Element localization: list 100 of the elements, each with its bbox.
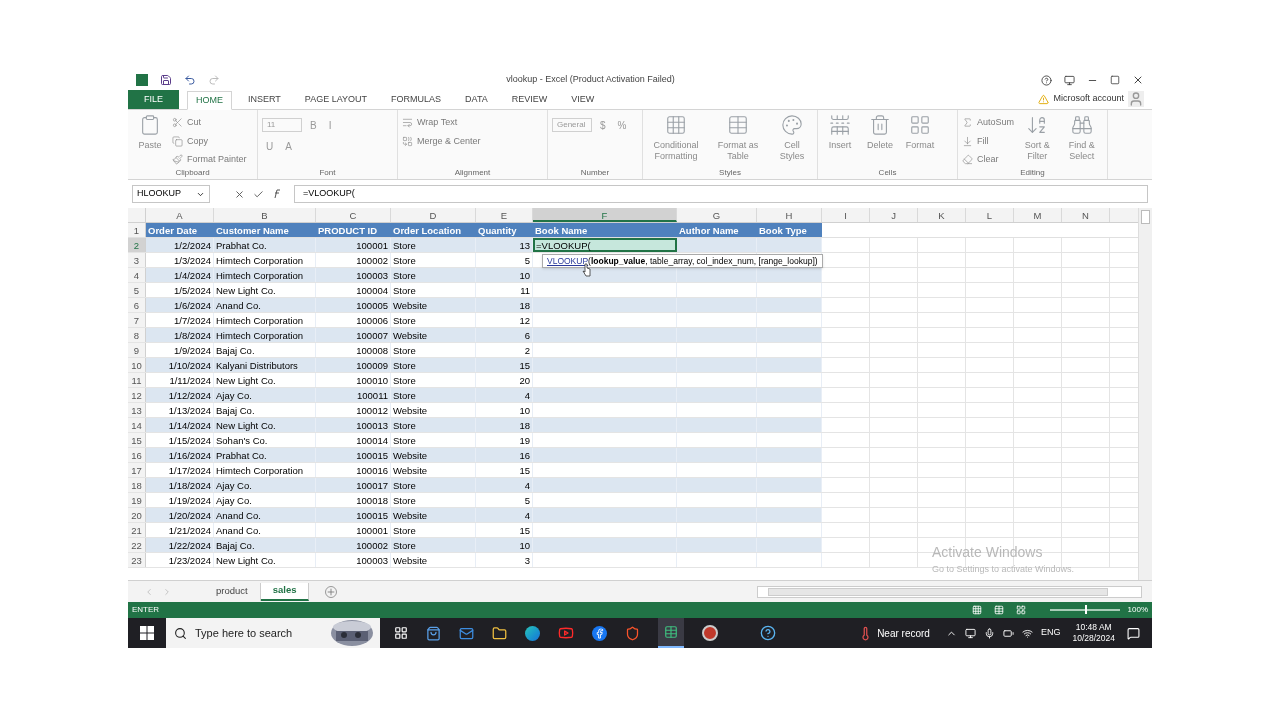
column-header[interactable]: D	[391, 208, 476, 222]
ribbon-button[interactable]: Fill	[962, 134, 1015, 148]
browser-icon[interactable]	[525, 625, 540, 641]
wifi-icon[interactable]	[1021, 627, 1033, 639]
sheet-tab[interactable]: sales	[260, 582, 310, 601]
row-header[interactable]: 18	[128, 478, 146, 492]
ribbon-button[interactable]: Merge & Center	[402, 134, 481, 148]
close-icon[interactable]	[1132, 74, 1144, 86]
ribbon-button[interactable]: Wrap Text	[402, 116, 481, 130]
help-icon[interactable]	[1041, 74, 1052, 86]
vertical-scrollbar[interactable]	[1138, 208, 1152, 580]
ribbon-button[interactable]: Sort & Filter	[1018, 114, 1057, 162]
ribbon-tab[interactable]: PAGE LAYOUT	[296, 90, 376, 109]
device-icon[interactable]	[964, 627, 976, 639]
clock-time[interactable]: 10:48 AM	[1075, 622, 1112, 633]
row-header[interactable]: 13	[128, 403, 146, 417]
row-header[interactable]: 16	[128, 448, 146, 462]
ribbon-tab[interactable]: INSERT	[240, 90, 289, 109]
ribbon-button[interactable]: Delete	[862, 114, 898, 151]
ribbon-tab[interactable]: FILE	[128, 90, 179, 109]
column-header[interactable]: F	[533, 208, 677, 222]
column-header[interactable]: N	[1062, 208, 1110, 222]
column-header[interactable]: A	[146, 208, 214, 222]
row-header[interactable]: 7	[128, 313, 146, 327]
normal-view-icon[interactable]	[971, 605, 982, 615]
enter-icon[interactable]	[253, 188, 264, 200]
ribbon-tab[interactable]: VIEW	[563, 90, 603, 109]
ribbon-button[interactable]: Paste	[132, 114, 168, 151]
column-header[interactable]: B	[214, 208, 316, 222]
column-header[interactable]: M	[1014, 208, 1062, 222]
horizontal-scrollbar[interactable]	[757, 585, 1142, 598]
weather-text[interactable]: Near record	[877, 625, 930, 641]
column-header[interactable]: K	[918, 208, 966, 222]
recorder-icon[interactable]	[702, 625, 718, 641]
ribbon-button[interactable]: Conditional Formatting	[647, 114, 705, 162]
column-header[interactable]: J	[870, 208, 918, 222]
ribbon-button[interactable]: Cell Styles	[771, 114, 813, 162]
help-app-icon[interactable]	[760, 625, 776, 641]
ribbon-button[interactable]: Format as Table	[709, 114, 767, 162]
function-link[interactable]: VLOOKUP	[547, 256, 589, 266]
ribbon-button[interactable]: AutoSum	[962, 116, 1015, 130]
ribbon-tab[interactable]: DATA	[457, 90, 496, 109]
row-header[interactable]: 1	[128, 223, 146, 237]
account-button[interactable]: Microsoft account	[1053, 92, 1124, 106]
column-header[interactable]: C	[316, 208, 391, 222]
ribbon-button[interactable]: Format Painter	[172, 153, 247, 167]
windows-icon[interactable]	[140, 626, 154, 640]
battery-icon[interactable]	[1002, 627, 1014, 639]
undo-icon[interactable]	[184, 74, 196, 86]
row-header[interactable]: 3	[128, 253, 146, 267]
name-box[interactable]: HLOOKUP	[132, 185, 210, 203]
page-layout-icon[interactable]	[993, 605, 1004, 615]
social-icon[interactable]	[592, 625, 607, 641]
row-header[interactable]: 21	[128, 523, 146, 537]
page-break-icon[interactable]	[1015, 605, 1026, 615]
row-header[interactable]: 9	[128, 343, 146, 357]
row-header[interactable]: 4	[128, 268, 146, 282]
column-header[interactable]: L	[966, 208, 1014, 222]
row-header[interactable]: 10	[128, 358, 146, 372]
row-header[interactable]: 15	[128, 433, 146, 447]
formula-field[interactable]: =VLOOKUP(	[294, 185, 1148, 203]
row-header[interactable]: 17	[128, 463, 146, 477]
row-header[interactable]: 6	[128, 298, 146, 312]
notification-icon[interactable]	[1127, 626, 1140, 640]
row-header[interactable]: 2	[128, 238, 146, 252]
row-header[interactable]: 12	[128, 388, 146, 402]
store-icon[interactable]	[426, 625, 441, 641]
row-header[interactable]: 8	[128, 328, 146, 342]
row-header[interactable]: 20	[128, 508, 146, 522]
mail-icon[interactable]	[459, 625, 474, 641]
column-header[interactable]: I	[822, 208, 870, 222]
ribbon-tab[interactable]: HOME	[187, 91, 232, 110]
row-header[interactable]: 14	[128, 418, 146, 432]
ribbon-button[interactable]: Cut	[172, 116, 247, 130]
video-icon[interactable]	[558, 625, 574, 641]
save-icon[interactable]	[160, 74, 172, 86]
task-view-icon[interactable]	[394, 626, 408, 640]
zoom-level[interactable]: 100%	[1127, 604, 1148, 616]
active-cell[interactable]: =VLOOKUP(	[533, 238, 677, 252]
folder-icon[interactable]	[492, 625, 507, 641]
ribbon-tab[interactable]: REVIEW	[503, 90, 556, 109]
mic-icon[interactable]	[983, 627, 995, 639]
cancel-icon[interactable]	[234, 188, 245, 200]
row-header[interactable]: 23	[128, 553, 146, 567]
clock-date[interactable]: 10/28/2024	[1072, 633, 1115, 644]
ribbon-button[interactable]: Find & Select	[1060, 114, 1103, 162]
language-indicator[interactable]: ENG	[1040, 626, 1061, 640]
column-header[interactable]: G	[677, 208, 757, 222]
column-header[interactable]: H	[757, 208, 822, 222]
spreadsheet-app-icon[interactable]	[658, 618, 684, 648]
restore-icon[interactable]	[1110, 75, 1120, 85]
row-header[interactable]: 22	[128, 538, 146, 552]
ribbon-button[interactable]: Clear	[962, 153, 1015, 167]
row-header[interactable]: 19	[128, 493, 146, 507]
row-header[interactable]: 11	[128, 373, 146, 387]
ribbon-button[interactable]: Insert	[822, 114, 858, 151]
ribbon-button[interactable]: Format	[902, 114, 938, 151]
row-header[interactable]: 5	[128, 283, 146, 297]
shield-icon[interactable]	[625, 625, 640, 641]
ribbon-display-icon[interactable]	[1064, 74, 1075, 86]
